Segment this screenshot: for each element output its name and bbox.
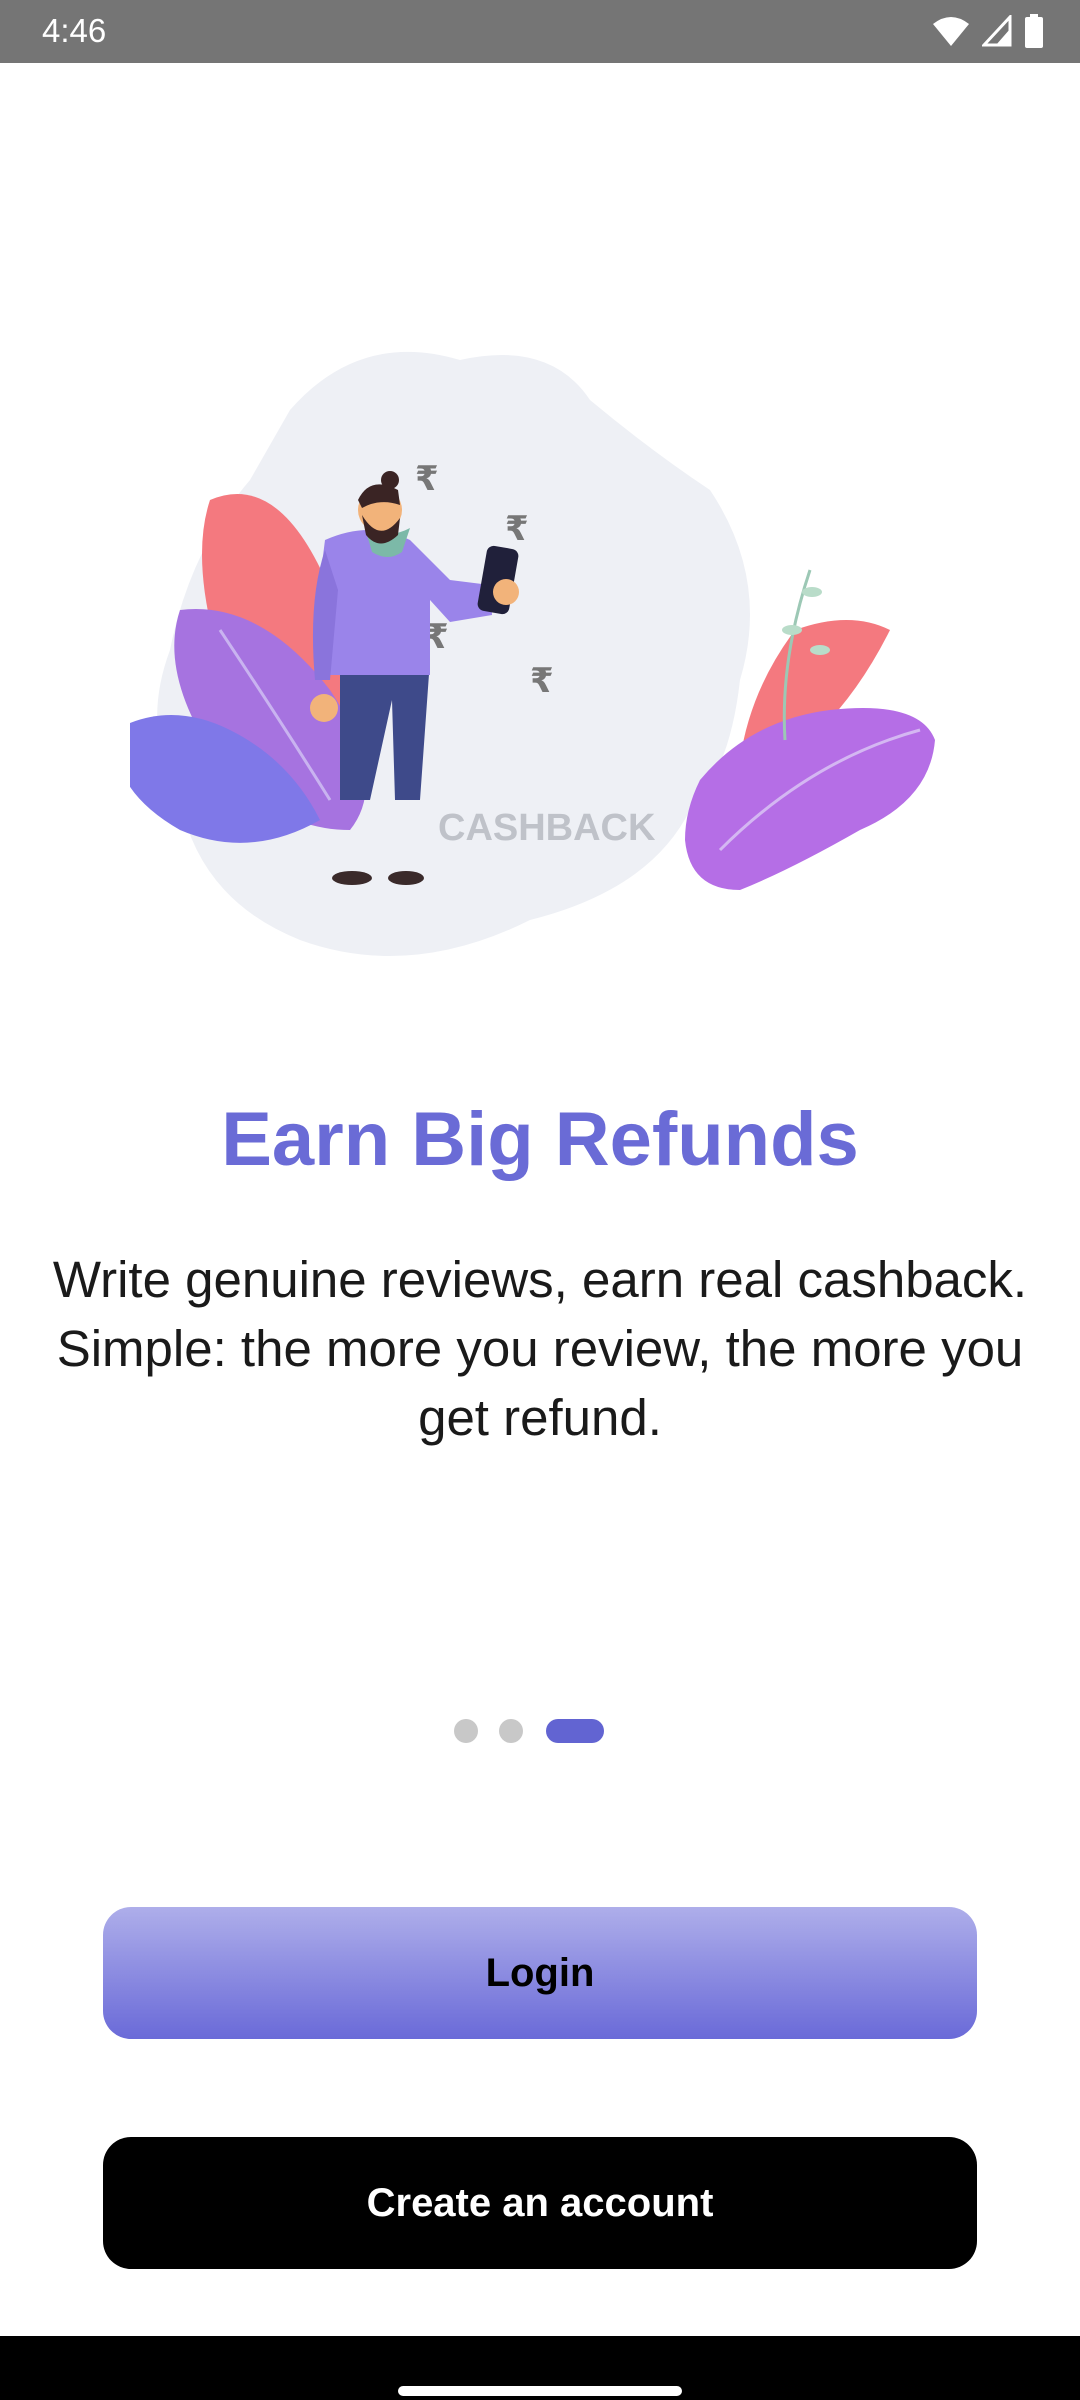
cashback-caption: CASHBACK xyxy=(438,807,656,849)
page-dot-3-active xyxy=(546,1719,604,1743)
rupee-symbol: ₹ xyxy=(505,509,529,549)
cashback-illustration: ₹ ₹ ₹ ₹ CASHBACK xyxy=(130,351,935,956)
battery-icon xyxy=(1025,14,1043,48)
rupee-symbol: ₹ xyxy=(530,661,554,701)
page-dot-1 xyxy=(454,1719,478,1743)
rupee-symbol: ₹ xyxy=(415,459,439,499)
page-indicator xyxy=(0,1719,1080,1743)
onboarding-title: Earn Big Refunds xyxy=(221,1097,859,1182)
wifi-icon xyxy=(933,17,969,46)
create-account-button[interactable]: Create an account xyxy=(103,2137,977,2269)
status-icons xyxy=(932,13,1044,49)
page-dot-2 xyxy=(499,1719,523,1743)
onboarding-description: Write genuine reviews, earn real cashbac… xyxy=(52,1251,1028,1446)
login-button[interactable]: Login xyxy=(103,1907,977,2039)
status-bar: 4:46 xyxy=(0,0,1080,63)
status-time: 4:46 xyxy=(42,12,107,49)
cellular-signal-icon xyxy=(982,15,1012,47)
home-gesture-handle[interactable] xyxy=(398,2386,682,2396)
